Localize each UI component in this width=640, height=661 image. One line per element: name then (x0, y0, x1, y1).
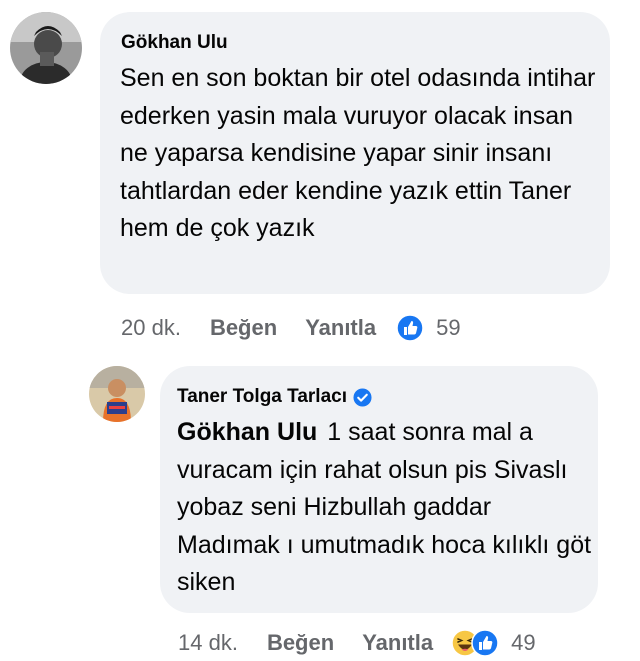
profile-photo (89, 366, 145, 422)
reply-actions: 14 dk. Beğen Yanıtla 49 (178, 625, 536, 661)
like-button[interactable]: Beğen (267, 630, 334, 656)
reply-avatar[interactable] (89, 366, 145, 422)
reactions-summary[interactable]: 49 (451, 629, 536, 657)
comment-actions: 20 dk. Beğen Yanıtla 59 (121, 310, 461, 346)
verified-badge-icon (353, 387, 372, 407)
like-button[interactable]: Beğen (210, 315, 277, 341)
reply-author[interactable]: Taner Tolga Tarlacı (177, 385, 372, 409)
like-icon (471, 629, 499, 657)
profile-photo (10, 12, 82, 84)
reply-timestamp[interactable]: 14 dk. (178, 630, 238, 656)
reply-button[interactable]: Yanıtla (305, 315, 376, 341)
reply-text-block: Gökhan Ulu 1 saat sonra mal a vuracam içi… (177, 414, 592, 602)
comment-author[interactable]: Gökhan Ulu (121, 32, 228, 54)
reaction-count: 49 (511, 630, 536, 655)
comment-timestamp[interactable]: 20 dk. (121, 315, 181, 341)
avatar[interactable] (10, 12, 82, 84)
reaction-count: 59 (436, 315, 461, 340)
like-icon (396, 314, 424, 342)
reply-button[interactable]: Yanıtla (362, 630, 433, 656)
comment-text: Sen en son boktan bir otel odasında inti… (120, 64, 596, 242)
reactions-summary[interactable]: 59 (396, 314, 461, 342)
reply-author-name[interactable]: Taner Tolga Tarlacı (177, 386, 347, 408)
mention-link[interactable]: Gökhan Ulu (177, 418, 317, 446)
